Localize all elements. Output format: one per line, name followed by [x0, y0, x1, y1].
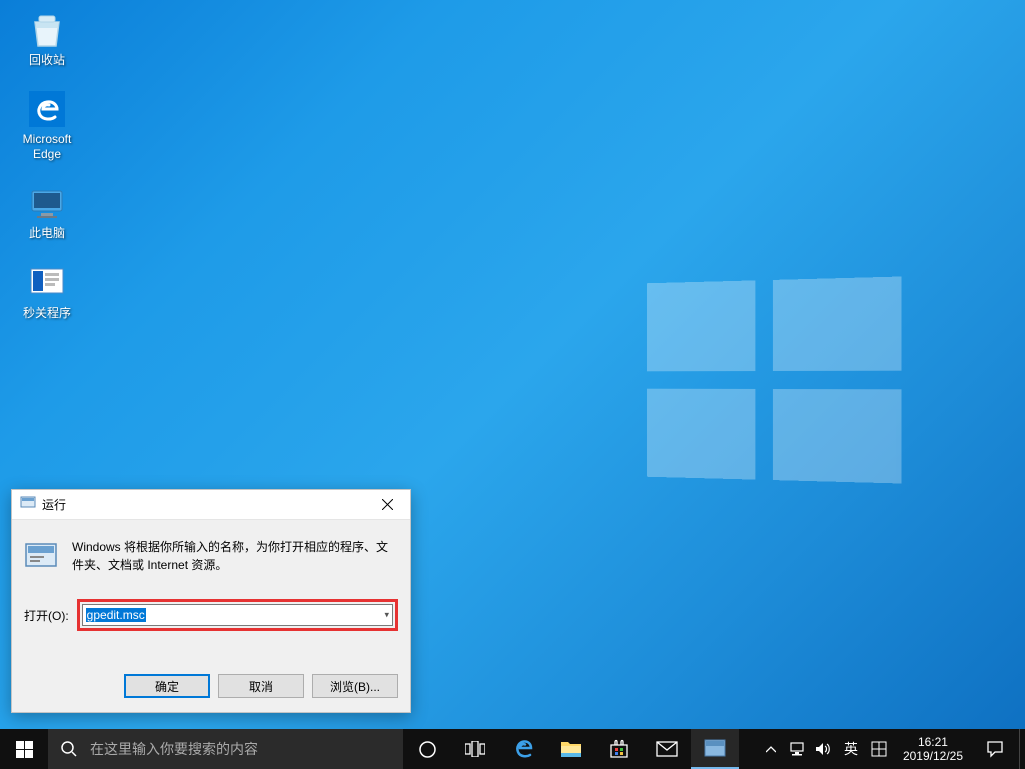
desktop-icon-recycle-bin[interactable]: 回收站 [12, 10, 82, 67]
desktop-icon-label: 秒关程序 [23, 306, 71, 320]
recycle-bin-icon [27, 10, 67, 50]
clock-time: 16:21 [918, 735, 948, 749]
windows-icon [16, 741, 33, 758]
tray-ime-toggle[interactable] [867, 729, 891, 769]
windows-logo-wallpaper [647, 277, 902, 484]
taskbar-mail[interactable] [643, 729, 691, 769]
desktop-icon-shutdown[interactable]: 秒关程序 [12, 263, 82, 320]
run-dialog-icon [20, 494, 36, 515]
store-icon [609, 739, 629, 759]
tray-volume[interactable] [811, 729, 835, 769]
desktop-icon-label: Microsoft Edge [23, 132, 72, 161]
desktop-icon-this-pc[interactable]: 此电脑 [12, 183, 82, 240]
taskbar: 在这里输入你要搜索的内容 [0, 729, 1025, 769]
this-pc-icon [27, 183, 67, 223]
system-tray: 英 [755, 729, 895, 769]
show-desktop-button[interactable] [1019, 729, 1025, 769]
run-dialog-description: Windows 将根据你所输入的名称，为你打开相应的程序、文件夹、文档或 Int… [72, 538, 398, 577]
search-icon [60, 740, 78, 758]
network-icon [789, 742, 805, 756]
desktop-icon-edge[interactable]: Microsoft Edge [12, 89, 82, 161]
run-input-value: gpedit.msc [86, 608, 146, 622]
run-dialog: 运行 Windows 将根据你所输入的名称，为你打开相应的程序、文件夹、文档或 … [11, 489, 411, 713]
run-input-highlight: gpedit.msc ▾ [77, 599, 398, 631]
taskbar-run-active[interactable] [691, 729, 739, 769]
task-view-button[interactable] [451, 729, 499, 769]
close-button[interactable] [365, 490, 410, 520]
chevron-up-icon [766, 746, 776, 753]
taskbar-store[interactable] [595, 729, 643, 769]
edge-icon [511, 737, 535, 761]
taskbar-edge[interactable] [499, 729, 547, 769]
task-view-icon [465, 741, 485, 757]
run-dialog-title: 运行 [42, 496, 365, 513]
taskbar-clock[interactable]: 16:21 2019/12/25 [895, 729, 971, 769]
tray-ime[interactable]: 英 [837, 729, 865, 769]
cancel-button[interactable]: 取消 [218, 674, 304, 698]
cortana-icon [418, 740, 437, 759]
tray-network[interactable] [785, 729, 809, 769]
start-button[interactable] [0, 729, 48, 769]
taskbar-search[interactable]: 在这里输入你要搜索的内容 [48, 729, 403, 769]
tray-overflow[interactable] [759, 729, 783, 769]
ok-button[interactable]: 确定 [124, 674, 210, 698]
desktop-icons: 回收站 Microsoft Edge 此电脑 [12, 10, 82, 320]
chevron-down-icon[interactable]: ▾ [384, 610, 389, 621]
action-center-button[interactable] [971, 729, 1019, 769]
run-open-label: 打开(O): [24, 607, 69, 624]
search-placeholder: 在这里输入你要搜索的内容 [90, 739, 258, 759]
close-icon [382, 499, 393, 510]
run-input-combobox[interactable]: gpedit.msc ▾ [82, 604, 393, 626]
run-titlebar[interactable]: 运行 [12, 490, 410, 520]
ime-grid-icon [871, 741, 887, 757]
run-app-icon [704, 739, 726, 757]
cortana-button[interactable] [403, 729, 451, 769]
edge-icon [27, 89, 67, 129]
notification-icon [986, 740, 1004, 758]
desktop-icon-label: 此电脑 [29, 226, 65, 240]
run-dialog-big-icon [24, 538, 60, 577]
desktop-icon-label: 回收站 [29, 53, 65, 67]
browse-button[interactable]: 浏览(B)... [312, 674, 398, 698]
mail-icon [656, 741, 678, 757]
shutdown-program-icon [27, 263, 67, 303]
volume-icon [815, 742, 831, 756]
folder-icon [560, 740, 582, 758]
clock-date: 2019/12/25 [903, 749, 963, 763]
taskbar-file-explorer[interactable] [547, 729, 595, 769]
